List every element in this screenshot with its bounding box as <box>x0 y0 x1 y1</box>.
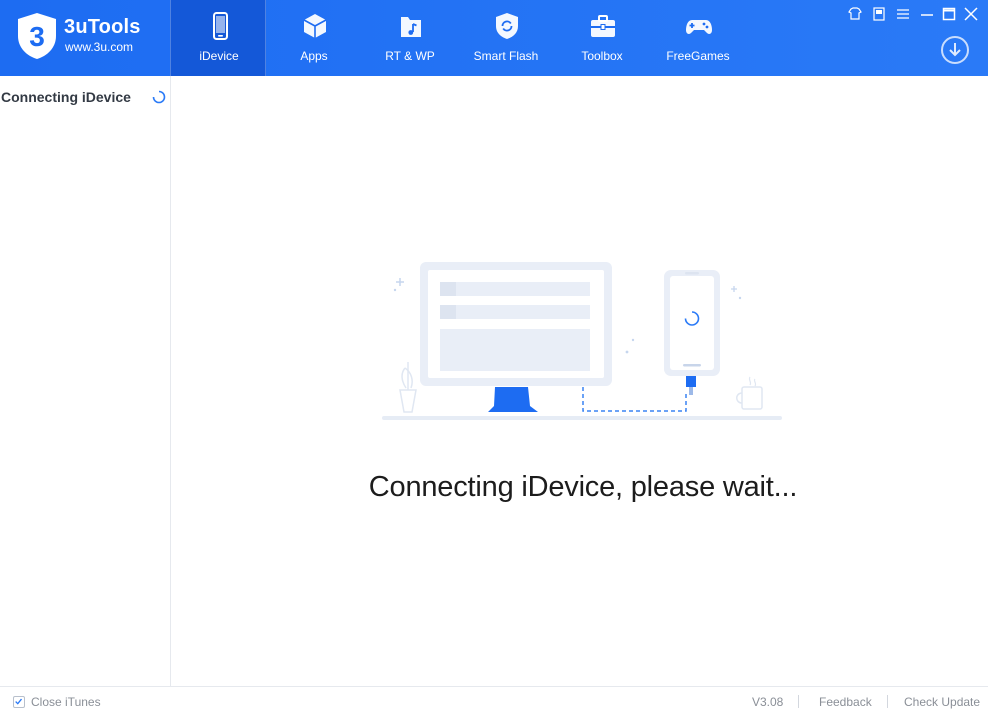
version-label: V3.08 <box>752 695 784 709</box>
feedback-link[interactable]: Feedback <box>819 695 872 709</box>
main-content: Connecting iDevice, please wait... <box>172 76 988 686</box>
close-itunes-checkbox[interactable] <box>13 696 25 708</box>
tab-freegames[interactable]: FreeGames <box>650 0 746 76</box>
app-logo: 3 3uTools www.3u.com <box>16 12 166 62</box>
download-button[interactable] <box>941 36 969 64</box>
loading-spinner-icon <box>152 90 166 104</box>
tab-label: FreeGames <box>666 49 730 63</box>
menu-icon[interactable] <box>894 6 912 22</box>
tab-label: Smart Flash <box>473 49 539 63</box>
footer-divider <box>887 695 888 708</box>
svg-text:3: 3 <box>29 21 45 52</box>
check-update-link[interactable]: Check Update <box>904 695 980 709</box>
device-sidebar: Connecting iDevice <box>0 76 171 686</box>
tab-label: Toolbox <box>581 49 623 63</box>
tab-apps[interactable]: Apps <box>266 0 362 76</box>
skin-icon[interactable] <box>846 6 864 22</box>
logo-shield-icon: 3 <box>18 13 56 59</box>
app-url: www.3u.com <box>65 40 134 54</box>
app-window: 3 3uTools www.3u.com iDevice Apps RT & W… <box>0 0 988 713</box>
download-arrow-icon <box>949 43 961 57</box>
window-controls <box>846 6 980 22</box>
tab-smart-flash[interactable]: Smart Flash <box>458 0 554 76</box>
gamepad-icon <box>686 20 712 34</box>
connecting-illustration <box>382 262 782 420</box>
sidebar-title: Connecting iDevice <box>1 89 131 105</box>
box-icon <box>303 14 327 38</box>
toolbox-icon <box>591 15 615 37</box>
minimize-icon[interactable] <box>918 6 936 22</box>
footer-divider <box>798 695 799 708</box>
close-icon[interactable] <box>962 6 980 22</box>
shield-refresh-icon <box>496 13 518 39</box>
close-itunes-label: Close iTunes <box>31 695 101 709</box>
tab-toolbox[interactable]: Toolbox <box>554 0 650 76</box>
restore-icon[interactable] <box>870 6 888 22</box>
music-folder-icon <box>401 17 421 37</box>
status-bar: Close iTunes V3.08 Feedback Check Update <box>0 686 988 713</box>
phone-icon <box>213 12 228 40</box>
maximize-icon[interactable] <box>940 6 958 22</box>
connection-status-message: Connecting iDevice, please wait... <box>368 471 798 503</box>
checkmark-icon <box>15 698 23 705</box>
top-navigation-bar: 3 3uTools www.3u.com iDevice Apps RT & W… <box>0 0 988 76</box>
tab-idevice[interactable]: iDevice <box>170 0 266 76</box>
tab-label: iDevice <box>199 49 239 63</box>
tab-rt-wp[interactable]: RT & WP <box>362 0 458 76</box>
tab-label: RT & WP <box>385 49 435 63</box>
tab-label: Apps <box>300 49 328 63</box>
app-name: 3uTools <box>64 16 141 38</box>
